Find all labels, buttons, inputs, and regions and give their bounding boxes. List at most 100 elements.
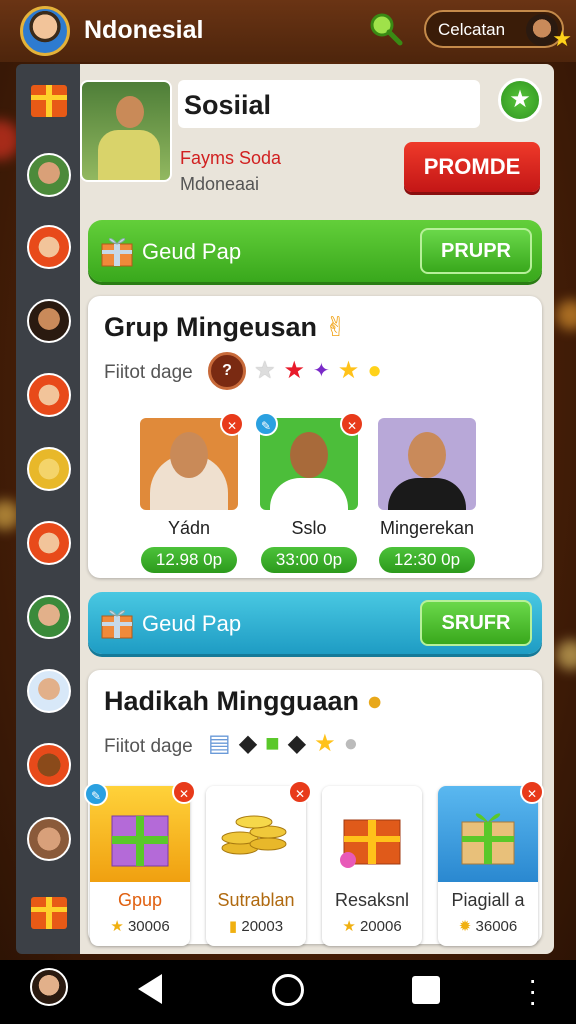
app-avatar[interactable] [20, 6, 70, 56]
prize-name: Resaksnl [334, 890, 410, 910]
prize-subtitle: Fiitot dage [104, 736, 193, 757]
gift-icon [31, 897, 67, 929]
medal-icon[interactable]: ? [208, 352, 246, 390]
gift-icon [100, 606, 134, 645]
star-icon: ★ [509, 86, 531, 113]
app-title: Ndonesial [84, 16, 204, 44]
blue-action-bar[interactable]: Geud Pap SRUFR [88, 592, 542, 654]
sidebar-item-friend[interactable] [24, 150, 74, 200]
sidebar-item-gift[interactable] [24, 76, 74, 126]
star-icon: ✦ [313, 360, 330, 382]
badge-icon: ✎ [84, 782, 108, 806]
prize-price: ★ 20006 [342, 918, 402, 935]
profile-avatar[interactable] [30, 968, 68, 1006]
sidebar-item-gift[interactable] [24, 888, 74, 938]
green-bar-label: Geud Pap [142, 239, 242, 264]
search-button[interactable] [366, 10, 406, 50]
star-icon: ★ [552, 26, 572, 51]
sidebar-item-friend[interactable] [24, 296, 74, 346]
badge-icon: ✕ [520, 780, 544, 804]
blue-bar-label: Geud Pap [142, 611, 242, 636]
prize-price: ▮ 20003 [228, 918, 284, 935]
sidebar-item-friend[interactable] [24, 592, 74, 642]
group-card: Grup Mingeusan ✌ Fiitot dage ? ★ ★ ✦ ★ ●… [88, 296, 542, 578]
home-icon[interactable] [272, 974, 304, 1006]
avatar [27, 521, 71, 565]
avatar [27, 225, 71, 269]
prize-item[interactable]: ✎ ✕ Gpup ★ 30006 [84, 780, 196, 946]
prize-price: ★ 30006 [110, 918, 170, 935]
profile-photo[interactable] [80, 80, 172, 182]
sidebar-item-friend[interactable] [24, 814, 74, 864]
recent-apps-icon[interactable] [412, 976, 440, 1004]
close-icon[interactable]: ● [344, 728, 359, 760]
avatar [27, 153, 71, 197]
sidebar-item-friend[interactable] [24, 370, 74, 420]
member-name: Mingerekan [379, 518, 475, 538]
badge-icon: ✕ [288, 780, 312, 804]
badge-icon: ✕ [340, 412, 364, 436]
badge-row: ? ★ ★ ✦ ★ ● [208, 352, 382, 390]
prize-name: Piagiall a [451, 890, 525, 910]
top-bar: Ndonesial Celcatan ★ [0, 0, 576, 62]
promo-button[interactable]: PROMDE [404, 142, 540, 192]
star-icon: ★ [314, 730, 336, 757]
back-icon[interactable] [138, 974, 162, 1004]
cube-icon: ■ [265, 730, 280, 757]
user-chip[interactable]: Celcatan ★ [424, 10, 572, 51]
profile-title-box: Sosiial [178, 80, 480, 128]
member-card[interactable]: ✎ ✕ Sslo 33:00 0p [254, 412, 364, 573]
user-chip-label: Celcatan [438, 20, 506, 39]
sidebar-item-friend[interactable] [24, 518, 74, 568]
sidebar-item-friend[interactable] [24, 222, 74, 272]
prize-card: Hadikah Mingguaan ● Fiitot dage ▤ ◆ ■ ◆ … [84, 670, 544, 946]
smiley-icon: ● [367, 357, 382, 384]
member-value: 12.98 0p [141, 547, 237, 573]
book-icon: ▤ [208, 730, 231, 757]
prize-name: Sutrablan [217, 890, 295, 910]
coins-icon: ● [366, 686, 383, 716]
avatar [27, 817, 71, 861]
system-nav-bar: · · · [0, 960, 576, 1024]
avatar [27, 669, 71, 713]
blue-bar-button[interactable]: SRUFR [420, 600, 532, 646]
member-photo [378, 418, 476, 510]
bokeh-light [556, 300, 576, 330]
star-icon: ★ [254, 357, 276, 384]
avatar [27, 595, 71, 639]
favorite-button[interactable]: ★ [498, 78, 542, 122]
prize-badge-row: ▤ ◆ ■ ◆ ★ ● [208, 728, 358, 760]
sidebar-item-friend[interactable] [24, 444, 74, 494]
green-bar-button[interactable]: PRUPR [420, 228, 532, 274]
sidebar-item-friend[interactable] [24, 666, 74, 716]
prize-price: ✹ 36006 [458, 918, 518, 935]
gift-icon [31, 85, 67, 117]
badge-icon: ✕ [172, 780, 196, 804]
avatar [27, 299, 71, 343]
gift-icon [100, 234, 134, 273]
avatar [27, 373, 71, 417]
prize-item[interactable]: ✕ Piagiall a ✹ 36006 [438, 780, 544, 946]
member-card[interactable]: Mingerekan 12:30 0p [378, 418, 476, 573]
hand-icon: ✌ [324, 312, 348, 342]
prize-name: Gpup [117, 890, 163, 910]
main-panel: Sosiial ★ Fayms Soda Mdoneaai PROMDE Geu… [80, 64, 554, 954]
badge-icon: ✎ [254, 412, 278, 436]
sidebar-item-friend[interactable] [24, 740, 74, 790]
member-name: Sslo [291, 518, 327, 538]
green-action-bar[interactable]: Geud Pap PRUPR [88, 220, 542, 282]
group-title: Grup Mingeusan ✌ [104, 312, 348, 342]
star-icon: ★ [283, 357, 306, 384]
profile-subtitle: Mdoneaai [180, 174, 260, 194]
tag-icon: ◆ [287, 730, 307, 757]
sidebar [16, 64, 80, 954]
prize-item[interactable]: ✕ Sutrablan ▮ 20003 [206, 780, 312, 946]
avatar [27, 743, 71, 787]
group-subtitle: Fiitot dage [104, 362, 193, 383]
member-name: Yádn [167, 518, 211, 538]
page-title: Sosiial [184, 90, 272, 120]
more-icon[interactable]: · · · [528, 966, 537, 1016]
member-card[interactable]: ✕ Yádn 12.98 0p [140, 412, 244, 573]
prize-item[interactable]: Resaksnl ★ 20006 [322, 786, 422, 946]
bokeh-light [556, 640, 576, 670]
